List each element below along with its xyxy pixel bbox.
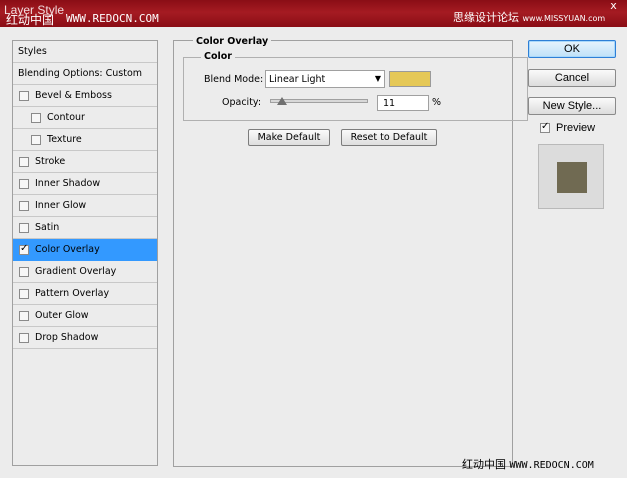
sidebar-checkbox-contour[interactable]: [31, 112, 41, 123]
sidebar-item-label: Color Overlay: [35, 244, 100, 255]
sidebar-item-label: Styles: [18, 46, 47, 57]
sidebar-item-label: Blending Options: Custom: [18, 68, 143, 79]
sidebar-item-contour[interactable]: Contour: [13, 107, 157, 129]
opacity-input[interactable]: 11: [377, 95, 429, 111]
watermark-top-url: WWW.REDOCN.COM: [66, 12, 159, 25]
sidebar-item-bevel-emboss[interactable]: Bevel & Emboss: [13, 85, 157, 107]
styles-sidebar: Styles Blending Options: Custom Bevel & Em…: [12, 40, 158, 466]
sidebar-item-inner-glow[interactable]: Inner Glow: [13, 195, 157, 217]
reset-to-default-button[interactable]: Reset to Default: [341, 129, 437, 146]
color-overlay-title: Color Overlay: [193, 36, 272, 47]
sidebar-item-color-overlay[interactable]: Color Overlay: [13, 239, 157, 261]
preview-swatch: [557, 162, 587, 193]
sidebar-checkbox-pattern-overlay[interactable]: [19, 288, 29, 299]
overlay-color-swatch[interactable]: [389, 71, 431, 87]
sidebar-item-label: Inner Glow: [35, 200, 87, 211]
sidebar-item-label: Texture: [47, 134, 82, 145]
sidebar-item-gradient-overlay[interactable]: Gradient Overlay: [13, 261, 157, 283]
sidebar-item-label: Stroke: [35, 156, 66, 167]
blend-mode-label: Blend Mode:: [204, 74, 264, 85]
sidebar-item-label: Outer Glow: [35, 310, 89, 321]
sidebar-checkbox-color-overlay[interactable]: [19, 243, 29, 255]
cancel-button[interactable]: Cancel: [528, 69, 616, 87]
watermark-top-right: 思缘设计论坛 www.MISSYUAN.com: [453, 9, 605, 25]
sidebar-item-label: Satin: [35, 222, 60, 233]
watermark-bottom-url: WWW.REDOCN.COM: [509, 460, 594, 471]
sidebar-checkbox-drop-shadow[interactable]: [19, 332, 29, 343]
sidebar-item-inner-shadow[interactable]: Inner Shadow: [13, 173, 157, 195]
color-subgroup: [183, 57, 528, 121]
sidebar-item-label: Bevel & Emboss: [35, 90, 112, 101]
preview-thumbnail: [538, 144, 604, 209]
watermark-top-cn: 红动中国: [6, 13, 55, 27]
sidebar-checkbox-bevel-emboss[interactable]: [19, 90, 29, 101]
sidebar-item-drop-shadow[interactable]: Drop Shadow: [13, 327, 157, 349]
title-bar: Layer Style 红动中国 WWW.REDOCN.COM 思缘设计论坛 w…: [0, 0, 627, 27]
watermark-top-right-cn: 思缘设计论坛: [453, 11, 519, 24]
ok-button[interactable]: OK: [528, 40, 616, 58]
color-subgroup-title: Color: [201, 51, 235, 62]
close-button[interactable]: x: [602, 0, 625, 12]
sidebar-item-label: Drop Shadow: [35, 332, 99, 343]
watermark-bottom: 红动中国 WWW.REDOCN.COM: [462, 456, 594, 472]
chevron-down-icon: ▼: [374, 74, 381, 83]
sidebar-item-label: Gradient Overlay: [35, 266, 117, 277]
opacity-slider[interactable]: [270, 97, 368, 105]
sidebar-checkbox-gradient-overlay[interactable]: [19, 266, 29, 277]
sidebar-item-label: Pattern Overlay: [35, 288, 110, 299]
opacity-slider-thumb[interactable]: [276, 97, 287, 105]
sidebar-item-blending-options-custom[interactable]: Blending Options: Custom: [13, 63, 157, 85]
make-default-button[interactable]: Make Default: [248, 129, 330, 146]
opacity-unit: %: [432, 97, 442, 108]
sidebar-item-texture[interactable]: Texture: [13, 129, 157, 151]
sidebar-checkbox-satin[interactable]: [19, 222, 29, 233]
sidebar-checkbox-inner-shadow[interactable]: [19, 178, 29, 189]
sidebar-item-satin[interactable]: Satin: [13, 217, 157, 239]
sidebar-checkbox-texture[interactable]: [31, 134, 41, 145]
sidebar-item-outer-glow[interactable]: Outer Glow: [13, 305, 157, 327]
sidebar-item-stroke[interactable]: Stroke: [13, 151, 157, 173]
sidebar-item-styles[interactable]: Styles: [13, 41, 157, 63]
preview-checkbox[interactable]: [540, 121, 550, 133]
watermark-top-right-url: www.MISSYUAN.com: [522, 14, 606, 23]
sidebar-item-label: Inner Shadow: [35, 178, 101, 189]
watermark-bottom-cn: 红动中国: [462, 458, 506, 471]
opacity-label: Opacity:: [222, 97, 262, 108]
sidebar-item-pattern-overlay[interactable]: Pattern Overlay: [13, 283, 157, 305]
preview-label: Preview: [556, 122, 596, 134]
sidebar-checkbox-stroke[interactable]: [19, 156, 29, 167]
new-style-button[interactable]: New Style...: [528, 97, 616, 115]
sidebar-item-label: Contour: [47, 112, 85, 123]
blend-mode-select[interactable]: Linear Light ▼: [265, 70, 385, 88]
sidebar-checkbox-outer-glow[interactable]: [19, 310, 29, 321]
sidebar-checkbox-inner-glow[interactable]: [19, 200, 29, 211]
blend-mode-value: Linear Light: [269, 74, 326, 85]
